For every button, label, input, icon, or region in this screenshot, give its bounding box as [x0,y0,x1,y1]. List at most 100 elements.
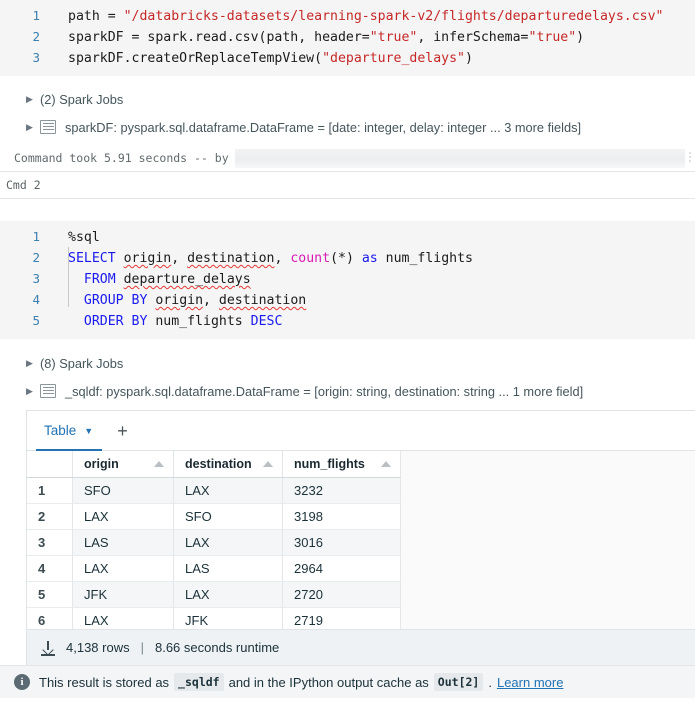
table-row[interactable]: 4LAXLAS2964 [27,556,401,582]
line-number: 1 [0,227,40,247]
expand-caret-icon[interactable]: ▶ [26,123,40,132]
row-number-cell: 5 [27,582,73,608]
code-token: ) [465,51,473,66]
results-footer: 4,138 rows | 8.66 seconds runtime [27,629,695,665]
table-header-row: origin destination num_flights [27,451,401,478]
footer-separator: | [141,640,144,655]
code-cell-1[interactable]: 1 path = "/databricks-datasets/learning-s… [0,0,695,76]
code-line: 2sparkDF = spark.read.csv(path, header="… [0,27,695,48]
results-table-scroll[interactable]: origin destination num_flights [27,451,695,629]
column-header-destination[interactable]: destination [174,451,283,478]
spark-jobs-label: (8) Spark Jobs [40,356,123,371]
line-number: 5 [0,311,40,331]
spark-jobs-label: (2) Spark Jobs [40,92,123,107]
code-line: 1 %sql [0,227,695,248]
spark-jobs-row-1[interactable]: ▶ (2) Spark Jobs [0,85,695,113]
code-text: ORDER BY num_flights DESC [40,312,282,332]
results-tab-bar: Table ▼ + [27,411,695,451]
code-token: path = [68,9,124,24]
code-token: FROM [84,272,116,287]
row-number-cell: 2 [27,504,73,530]
table-row[interactable]: 5JFKLAX2720 [27,582,401,608]
line-number: 2 [0,248,40,268]
code-line: 1 path = "/databricks-datasets/learning-s… [0,6,695,27]
cell-destination: LAX [174,530,283,556]
code-text: sparkDF = spark.read.csv(path, header="t… [40,28,584,48]
sort-ascending-icon[interactable] [263,461,273,467]
code-token: "departure_delays" [322,51,465,66]
code-token: ) [576,30,584,45]
column-header-label: destination [185,457,252,471]
expand-caret-icon[interactable]: ▶ [26,95,40,104]
code-cell-2[interactable]: 1 %sql 2SELECT origin, destination, count(… [0,221,695,339]
code-token: (*) [330,251,362,266]
code-token: "/databricks-datasets/learning-spark-v2/… [124,9,664,24]
code-token: destination [187,251,274,266]
sort-ascending-icon[interactable] [154,461,164,467]
code-token: , [274,251,290,266]
row-count-label: 4,138 rows [66,640,130,655]
cell-num-flights: 3198 [283,504,401,530]
add-visualization-button[interactable]: + [117,422,128,440]
expand-caret-icon[interactable]: ▶ [26,387,40,396]
code-text: GROUP BY origin, destination [40,291,306,311]
line-number: 1 [0,6,40,26]
table-row[interactable]: 1SFOLAX3232 [27,478,401,504]
table-row[interactable]: 3LASLAX3016 [27,530,401,556]
code-token: num_flights [147,314,250,329]
cell-origin: LAX [73,556,174,582]
table-row[interactable]: 6LAXJFK2719 [27,608,401,630]
code-token: departure_delays [124,272,251,287]
cell-origin: LAX [73,608,174,630]
runtime-label: 8.66 seconds runtime [155,640,279,655]
code-text: %sql [40,228,100,248]
sort-ascending-icon[interactable] [381,461,391,467]
dataframe-icon [40,120,56,134]
spacer [0,339,695,349]
code-token: as [362,251,378,266]
out-code-chip: Out[2] [434,673,484,691]
code-token: sparkDF.createOrReplaceTempView( [68,51,322,66]
learn-more-link[interactable]: Learn more [497,675,563,690]
table-body: 1SFOLAX32322LAXSFO31983LASLAX30164LAXLAS… [27,478,401,630]
code-token: origin [124,251,172,266]
cell-destination: LAX [174,478,283,504]
line-number: 3 [0,48,40,68]
code-line: 3 sparkDF.createOrReplaceTempView("depart… [0,48,695,69]
code-line: 4 GROUP BY origin, destination [0,290,695,311]
column-header-label: origin [84,457,119,471]
info-text-middle: and in the IPython output cache as [229,675,429,690]
code-token [116,251,124,266]
code-line: 5 ORDER BY num_flights DESC [0,311,695,332]
code-text: FROM departure_delays [40,270,251,290]
spacer [0,199,695,221]
download-icon[interactable] [41,641,55,655]
redacted-user-bar [235,149,685,168]
code-line: 3 FROM departure_delays [0,269,695,290]
cell-destination: JFK [174,608,283,630]
code-token: destination [219,293,306,308]
tab-table[interactable]: Table ▼ [36,412,101,450]
spark-jobs-row-2[interactable]: ▶ (8) Spark Jobs [0,349,695,377]
column-header-origin[interactable]: origin [73,451,174,478]
code-token [68,293,84,308]
info-text-before: This result is stored as [39,675,169,690]
expand-caret-icon[interactable]: ▶ [26,359,40,368]
cell-num-flights: 2719 [283,608,401,630]
row-number-header [27,451,73,478]
code-token: num_flights [378,251,473,266]
more-options-icon[interactable] [689,152,692,164]
column-header-num-flights[interactable]: num_flights [283,451,401,478]
code-token: %sql [68,230,100,245]
dataframe-result-row-1[interactable]: ▶ sparkDF: pyspark.sql.dataframe.DataFra… [0,113,695,141]
code-text: SELECT origin, destination, count(*) as … [40,249,473,269]
code-token [68,314,84,329]
chevron-down-icon[interactable]: ▼ [84,427,93,436]
row-number-cell: 1 [27,478,73,504]
results-panel: Table ▼ + origin [26,410,695,665]
dataframe-result-row-2[interactable]: ▶ _sqldf: pyspark.sql.dataframe.DataFram… [0,377,695,405]
code-token: DESC [251,314,283,329]
cmd-label: Cmd 2 [6,178,41,192]
table-row[interactable]: 2LAXSFO3198 [27,504,401,530]
code-token: , [203,293,219,308]
